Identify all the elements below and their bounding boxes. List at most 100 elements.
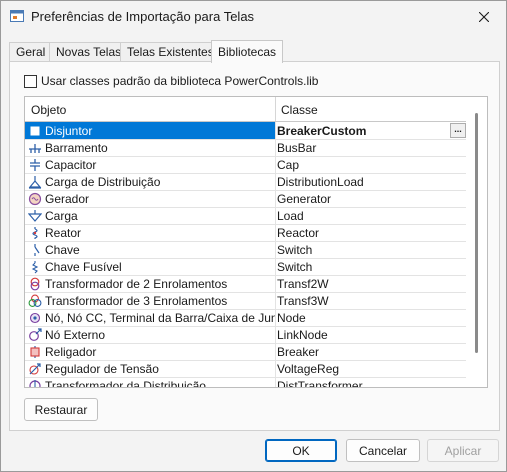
class-mapping-grid: Objeto Classe Disjuntor BreakerCustom ..… [24, 96, 488, 388]
class-value: Reactor [277, 225, 320, 240]
table-row[interactable]: Carga de Distribuição DistributionLoad [25, 173, 466, 191]
default-classes-checkbox[interactable] [24, 74, 37, 88]
object-cell[interactable]: Carga de Distribuição [25, 173, 276, 190]
cancel-button[interactable]: Cancelar [346, 439, 420, 462]
table-row[interactable]: Carga Load [25, 207, 466, 225]
carga-distribuicao-icon [28, 175, 42, 189]
tab-novas-telas[interactable]: Novas Telas [49, 42, 129, 62]
class-cell[interactable]: Switch [276, 241, 467, 258]
table-row[interactable]: Transformador da Distribuição DistTransf… [25, 377, 467, 388]
class-cell[interactable]: Reactor [276, 224, 467, 241]
window-title: Preferências de Importação para Telas [31, 9, 255, 24]
default-classes-label: Usar classes padrão da biblioteca PowerC… [41, 74, 319, 88]
dialog-window: Preferências de Importação para Telas Ge… [0, 0, 507, 472]
object-cell[interactable]: Capacitor [25, 156, 276, 173]
class-cell[interactable]: Transf3W [276, 292, 467, 309]
class-cell[interactable]: Cap [276, 156, 467, 173]
object-label: Transformador de 2 Enrolamentos [45, 276, 228, 291]
class-cell[interactable]: Transf2W [276, 275, 467, 292]
object-label: Disjuntor [45, 123, 93, 138]
object-label: Carga de Distribuição [45, 174, 161, 189]
default-classes-checkbox-row[interactable]: Usar classes padrão da biblioteca PowerC… [24, 74, 318, 88]
class-cell[interactable]: Switch [276, 258, 467, 275]
table-row[interactable]: Reator Reactor [25, 224, 466, 242]
close-icon [479, 12, 489, 22]
table-row[interactable]: Disjuntor BreakerCustom ... [25, 122, 466, 140]
object-label: Nó Externo [45, 327, 106, 342]
object-cell[interactable]: Barramento [25, 139, 276, 156]
table-row[interactable]: Barramento BusBar [25, 139, 466, 157]
object-cell[interactable]: Nó Externo [25, 326, 276, 343]
scrollbar-thumb[interactable] [475, 113, 478, 353]
column-divider[interactable] [275, 97, 276, 121]
column-header-objeto[interactable]: Objeto [31, 103, 66, 117]
table-row[interactable]: Gerador Generator [25, 190, 466, 208]
class-value: BusBar [277, 140, 317, 155]
class-cell[interactable]: LinkNode [276, 326, 467, 343]
object-cell[interactable]: Reator [25, 224, 276, 241]
object-cell[interactable]: Transformador da Distribuição [25, 377, 276, 388]
object-label: Regulador de Tensão [45, 361, 159, 376]
tab-telas-existentes[interactable]: Telas Existentes [120, 42, 221, 62]
table-row[interactable]: Transformador de 3 Enrolamentos Transf3W [25, 292, 466, 310]
class-cell[interactable]: Node [276, 309, 467, 326]
column-header-classe[interactable]: Classe [281, 103, 318, 117]
grid-header: Objeto Classe [25, 97, 466, 122]
restore-button[interactable]: Restaurar [24, 398, 98, 421]
table-row[interactable]: Chave Fusível Switch [25, 258, 466, 276]
class-value: Switch [277, 259, 313, 274]
class-cell[interactable]: DistributionLoad [276, 173, 467, 190]
chave-fusivel-icon [31, 260, 39, 273]
object-cell[interactable]: Chave Fusível [25, 258, 276, 275]
class-cell[interactable]: BusBar [276, 139, 467, 156]
class-cell[interactable]: BreakerCustom ... [276, 122, 467, 139]
transformador-2-icon [30, 277, 40, 290]
table-row[interactable]: Nó, Nó CC, Terminal da Barra/Caixa de Ju… [25, 309, 466, 327]
reator-icon [32, 226, 38, 239]
object-cell[interactable]: Religador [25, 343, 276, 360]
no-icon [29, 312, 41, 323]
close-button[interactable] [462, 1, 506, 33]
object-label: Chave Fusível [45, 259, 122, 274]
class-cell[interactable]: VoltageReg [276, 360, 467, 377]
table-row[interactable]: Chave Switch [25, 241, 466, 259]
class-value: Load [277, 208, 304, 223]
table-row[interactable]: Religador Breaker [25, 343, 466, 361]
object-cell[interactable]: Transformador de 2 Enrolamentos [25, 275, 276, 292]
object-label: Barramento [45, 140, 108, 155]
class-value: Node [277, 310, 306, 325]
vertical-scrollbar[interactable] [466, 97, 486, 387]
title-bar: Preferências de Importação para Telas [1, 1, 506, 33]
table-row[interactable]: Regulador de Tensão VoltageReg [25, 360, 466, 378]
object-label: Religador [45, 344, 97, 359]
class-cell[interactable]: Load [276, 207, 467, 224]
object-cell[interactable]: Carga [25, 207, 276, 224]
object-cell[interactable]: Chave [25, 241, 276, 258]
chave-icon [34, 243, 40, 256]
class-value: VoltageReg [277, 361, 340, 376]
object-cell[interactable]: Regulador de Tensão [25, 360, 276, 377]
class-value: Switch [277, 242, 313, 257]
barramento-icon [29, 143, 41, 153]
table-row[interactable]: Capacitor Cap [25, 156, 466, 174]
browse-class-button[interactable]: ... [450, 123, 466, 138]
object-label: Gerador [45, 191, 90, 206]
object-label: Transformador da Distribuição [45, 378, 206, 388]
object-cell[interactable]: Nó, Nó CC, Terminal da Barra/Caixa de Ju… [25, 309, 276, 326]
class-cell[interactable]: DistTransformer [276, 377, 467, 388]
app-icon [10, 10, 24, 22]
table-row[interactable]: Transformador de 2 Enrolamentos Transf2W [25, 275, 466, 293]
class-value: Generator [277, 191, 332, 206]
tab-bibliotecas[interactable]: Bibliotecas [211, 40, 284, 63]
class-cell[interactable]: Breaker [276, 343, 467, 360]
object-cell[interactable]: Transformador de 3 Enrolamentos [25, 292, 276, 309]
class-cell[interactable]: Generator [276, 190, 467, 207]
object-label: Nó, Nó CC, Terminal da Barra/Caixa de Ju… [45, 310, 276, 325]
table-row[interactable]: Nó Externo LinkNode [25, 326, 466, 344]
object-cell[interactable]: Gerador [25, 190, 276, 207]
class-value: Breaker [277, 344, 320, 359]
ok-button[interactable]: OK [265, 439, 337, 462]
object-cell[interactable]: Disjuntor [25, 122, 276, 139]
tab-geral[interactable]: Geral [9, 42, 53, 62]
apply-button[interactable]: Aplicar [427, 439, 499, 462]
